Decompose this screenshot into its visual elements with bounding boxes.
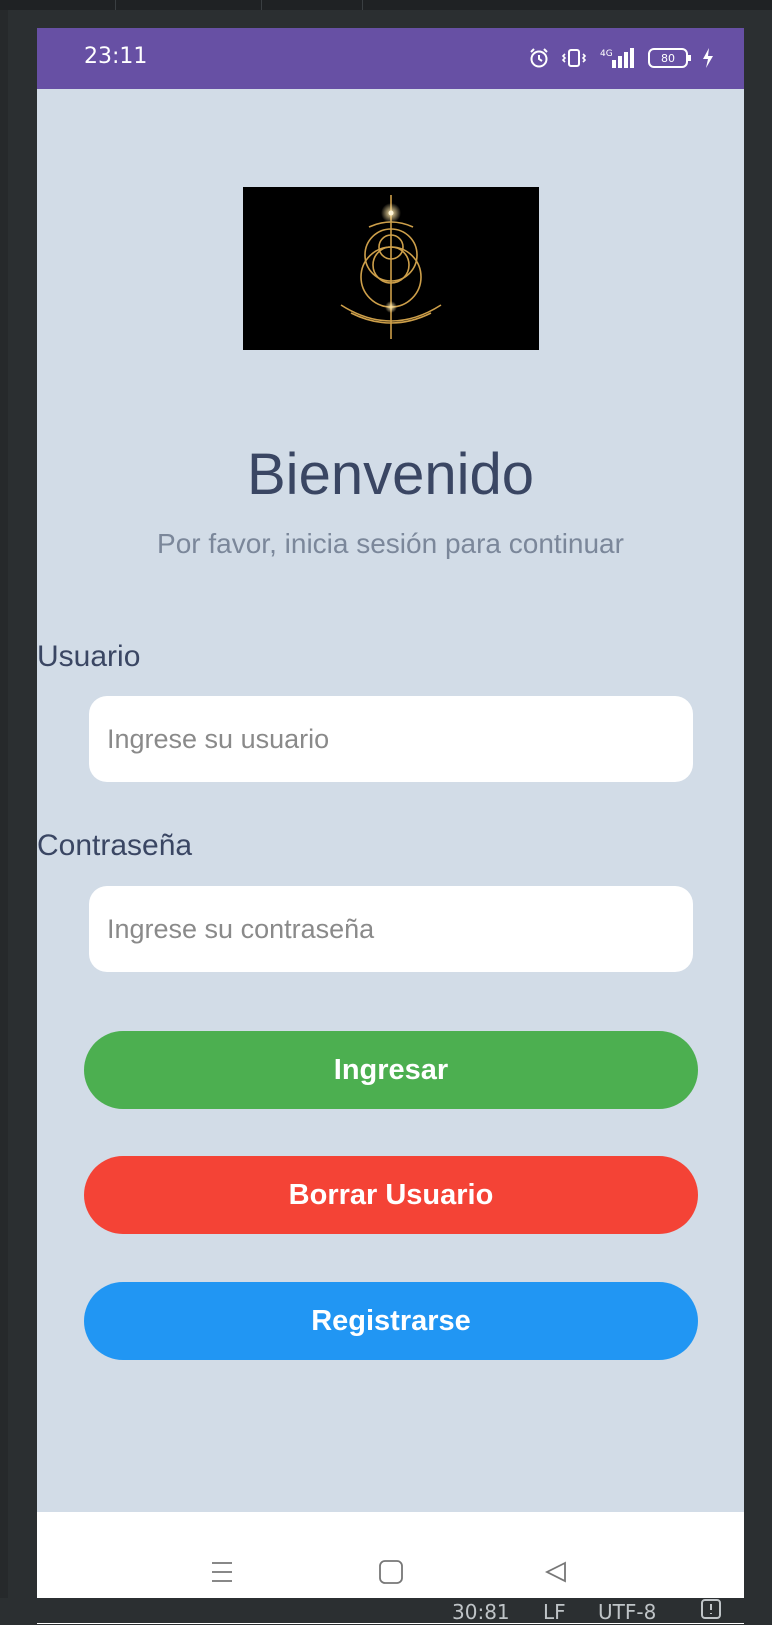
file-encoding[interactable]: UTF-8 xyxy=(598,1600,656,1624)
username-label: Usuario xyxy=(37,640,141,673)
line-ending[interactable]: LF xyxy=(543,1600,566,1624)
app-logo-image xyxy=(243,187,539,350)
welcome-title: Bienvenido xyxy=(247,442,534,507)
charging-icon xyxy=(703,48,713,68)
ide-left-gutter xyxy=(0,10,8,1600)
android-status-bar: 23:11 4G 80 xyxy=(37,28,744,89)
alarm-icon xyxy=(530,48,548,68)
status-time: 23:11 xyxy=(84,44,148,69)
emulator-screen: 23:11 4G 80 Bienvenido Por favor, inicia… xyxy=(37,28,744,1624)
cursor-position[interactable]: 30:81 xyxy=(452,1600,510,1624)
menu-icon[interactable] xyxy=(202,1552,242,1592)
ide-top-bar xyxy=(0,0,772,10)
signal-icon: 4G xyxy=(600,48,634,68)
golden-sigil-graphic xyxy=(340,195,442,339)
login-button[interactable]: Ingresar xyxy=(84,1031,698,1109)
ide-status-bar: 30:81 LF UTF-8 xyxy=(0,1598,772,1625)
home-icon[interactable] xyxy=(371,1552,411,1592)
battery-icon: 80 xyxy=(648,48,691,68)
delete-user-button[interactable]: Borrar Usuario xyxy=(84,1156,698,1234)
status-icons: 4G 80 xyxy=(528,46,714,70)
register-button[interactable]: Registrarse xyxy=(84,1282,698,1360)
ide-tab[interactable] xyxy=(116,0,262,10)
notification-icon[interactable] xyxy=(700,1598,722,1625)
password-label: Contraseña xyxy=(37,829,193,862)
ide-tab[interactable] xyxy=(262,0,363,10)
ide-tab[interactable] xyxy=(0,0,116,10)
vibrate-icon xyxy=(561,49,587,67)
ide-right-gutter xyxy=(758,10,772,1600)
back-icon[interactable] xyxy=(536,1552,576,1592)
password-input[interactable] xyxy=(89,886,693,972)
welcome-subtitle: Por favor, inicia sesión para continuar xyxy=(157,528,624,559)
username-input[interactable] xyxy=(89,696,693,782)
network-type: 4G xyxy=(600,49,613,59)
battery-level: 80 xyxy=(661,52,675,65)
